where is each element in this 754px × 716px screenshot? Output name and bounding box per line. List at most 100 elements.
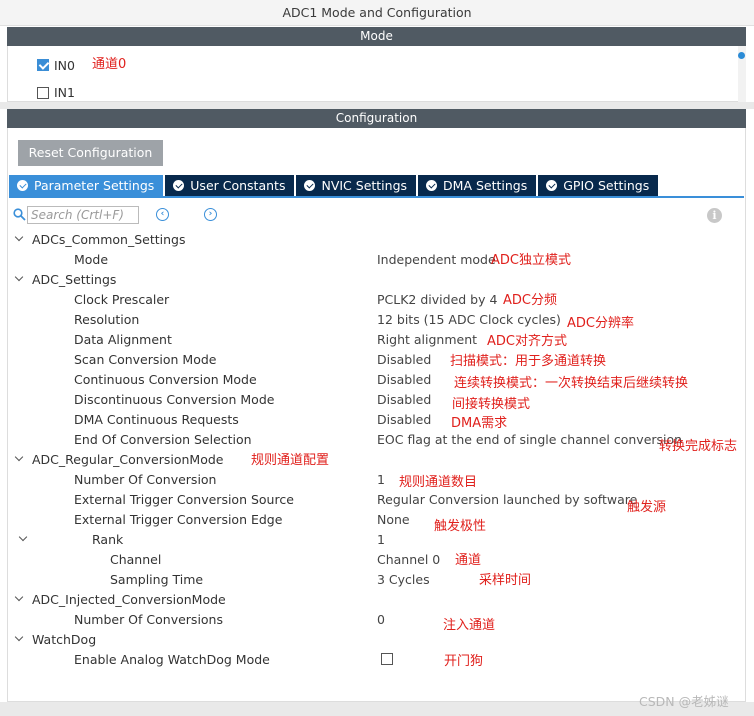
parameter-label: Number Of Conversion	[74, 472, 217, 487]
tab-user-constants[interactable]: User Constants	[165, 175, 295, 196]
window-title: ADC1 Mode and Configuration	[0, 0, 754, 26]
annotation-note: 开门狗	[444, 654, 484, 669]
search-input[interactable]: Search (Crtl+F)	[27, 206, 139, 224]
channel-in1-label: IN1	[54, 85, 75, 100]
parameter-label: Rank	[92, 532, 124, 547]
chevron-down-icon[interactable]	[14, 234, 24, 244]
parameter-label: End Of Conversion Selection	[74, 432, 252, 447]
parameter-label: Resolution	[74, 312, 140, 327]
parameter-value[interactable]: Regular Conversion launched by software	[377, 492, 637, 507]
tree-group-row[interactable]: ADC_Settings	[0, 270, 740, 290]
annotation-note: 连续转换模式：一次转换结束后继续转换	[454, 376, 689, 391]
parameter-row[interactable]: Number Of Conversions 0 注入通道	[0, 610, 740, 633]
tree-group-row[interactable]: ADC_Regular_ConversionMode 规则通道配置	[0, 450, 740, 470]
parameter-value[interactable]: Disabled	[377, 392, 431, 407]
parameter-value[interactable]: Disabled	[377, 412, 431, 427]
parameter-value[interactable]: 12 bits (15 ADC Clock cycles)	[377, 312, 561, 327]
channel-in0-checkbox[interactable]	[37, 59, 49, 74]
annotation-note: 扫描模式：用于多通道转换	[450, 354, 607, 369]
parameter-label: Continuous Conversion Mode	[74, 372, 257, 387]
channel-in0-label: IN0	[54, 58, 75, 73]
parameter-row[interactable]: Channel Channel 0 通道	[0, 550, 740, 570]
parameter-value[interactable]: EOC flag at the end of single channel co…	[377, 432, 682, 447]
tab-nvic-settings[interactable]: NVIC Settings	[296, 175, 417, 196]
parameter-value[interactable]: 3 Cycles	[377, 572, 430, 587]
parameter-row[interactable]: Resolution 12 bits (15 ADC Clock cycles) A…	[0, 310, 740, 331]
parameter-value[interactable]: Independent mode	[377, 252, 496, 267]
parameter-row[interactable]: Enable Analog WatchDog Mode 开门狗	[0, 650, 740, 670]
tab-underline	[9, 196, 744, 198]
tab-parameter-settings[interactable]: Parameter Settings	[9, 175, 164, 196]
info-icon[interactable]: i	[707, 208, 722, 223]
reset-configuration-button[interactable]: Reset Configuration	[18, 140, 163, 166]
chevron-down-icon[interactable]	[14, 454, 24, 464]
parameter-label: Channel	[110, 552, 162, 567]
watermark: CSDN @老姊谜	[639, 694, 729, 709]
tree-group-row[interactable]: ADCs_Common_Settings	[0, 230, 740, 250]
chevron-down-icon[interactable]	[14, 594, 24, 604]
annotation-note: ADC独立模式	[491, 253, 571, 268]
parameter-row[interactable]: Number Of Conversion 1 规则通道数目	[0, 470, 740, 490]
parameter-tree: ADCs_Common_Settings Mode Independent mode…	[0, 230, 754, 690]
annotation-in0: 通道0	[92, 57, 127, 72]
parameter-row[interactable]: Sampling Time 3 Cycles 采样时间	[0, 570, 740, 590]
next-match-icon[interactable]: ›	[204, 208, 217, 221]
parameter-row[interactable]: Clock Prescaler PCLK2 divided by 4 ADC分频	[0, 290, 740, 310]
parameter-row[interactable]: Continuous Conversion Mode Disabled 连续转换模式…	[0, 370, 740, 391]
tree-group-row[interactable]: Rank 1	[0, 530, 740, 550]
previous-match-icon[interactable]: ‹	[156, 208, 169, 221]
tree-group-row[interactable]: ADC_Injected_ConversionMode	[0, 590, 740, 610]
channel-in1-checkbox[interactable]	[37, 87, 49, 101]
parameter-value[interactable]: 1	[377, 532, 385, 547]
parameter-row[interactable]: Scan Conversion Mode Disabled 扫描模式：用于多通道转换	[0, 350, 740, 370]
mode-panel: IN0 通道0 IN1	[7, 46, 746, 102]
parameter-value[interactable]: PCLK2 divided by 4	[377, 292, 497, 307]
enable-watchdog-checkbox[interactable]	[381, 653, 393, 665]
parameter-label: Mode	[74, 252, 109, 267]
parameter-row[interactable]: DMA Continuous Requests Disabled DMA需求	[0, 410, 740, 431]
parameter-value[interactable]: Disabled	[377, 372, 431, 387]
check-circle-icon	[173, 180, 185, 191]
parameter-value[interactable]: None	[377, 512, 410, 527]
parameter-label: Scan Conversion Mode	[74, 352, 217, 367]
parameter-value[interactable]: Right alignment	[377, 332, 477, 347]
check-circle-icon	[546, 180, 558, 191]
tab-dma-settings[interactable]: DMA Settings	[418, 175, 537, 196]
parameter-label: Sampling Time	[110, 572, 204, 587]
settings-tabs: Parameter Settings User Constants NVIC S…	[9, 175, 660, 196]
parameter-value[interactable]: Channel 0	[377, 552, 440, 567]
annotation-note: ADC分辨率	[567, 316, 634, 331]
chevron-down-icon[interactable]	[18, 534, 28, 544]
annotation-note: 规则通道配置	[251, 453, 330, 468]
annotation-note: ADC对齐方式	[487, 334, 567, 349]
check-circle-icon	[17, 180, 28, 191]
annotation-note: 采样时间	[479, 573, 532, 588]
check-circle-icon	[426, 180, 438, 191]
parameter-row[interactable]: Discontinuous Conversion Mode Disabled 间接转…	[0, 390, 740, 412]
parameter-label: External Trigger Conversion Source	[74, 492, 294, 507]
parameter-row[interactable]: Data Alignment Right alignment ADC对齐方式	[0, 330, 740, 350]
parameter-value[interactable]: Disabled	[377, 352, 431, 367]
mode-scrollbar[interactable]	[738, 46, 746, 102]
parameter-label: Enable Analog WatchDog Mode	[74, 652, 270, 667]
mode-section-header: Mode	[7, 27, 746, 46]
parameter-row[interactable]: External Trigger Conversion Edge None 触发极性	[0, 510, 740, 534]
configuration-section-header: Configuration	[7, 109, 746, 128]
section-divider[interactable]	[0, 102, 754, 109]
parameter-value[interactable]: 0	[377, 612, 385, 627]
parameter-label: ADC_Settings	[32, 272, 117, 287]
annotation-note: ADC分频	[503, 293, 557, 308]
chevron-down-icon[interactable]	[14, 274, 24, 284]
tab-gpio-settings[interactable]: GPIO Settings	[538, 175, 659, 196]
check-circle-icon	[304, 180, 316, 191]
annotation-note: 规则通道数目	[399, 475, 478, 490]
parameter-row[interactable]: Mode Independent mode ADC独立模式	[0, 250, 740, 270]
parameter-row[interactable]: External Trigger Conversion Source Regula…	[0, 490, 740, 515]
tree-group-row[interactable]: WatchDog	[0, 630, 740, 650]
chevron-down-icon[interactable]	[14, 634, 24, 644]
parameter-label: ADCs_Common_Settings	[32, 232, 186, 247]
parameter-value[interactable]: 1	[377, 472, 385, 487]
search-icon	[13, 208, 26, 221]
parameter-row[interactable]: End Of Conversion Selection EOC flag at t…	[0, 430, 740, 454]
parameter-label: External Trigger Conversion Edge	[74, 512, 283, 527]
